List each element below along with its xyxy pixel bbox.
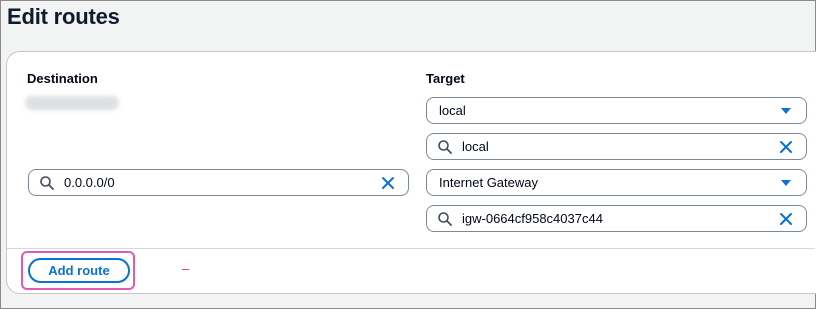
- route-1-target-id-field[interactable]: local: [426, 133, 807, 160]
- close-icon[interactable]: [380, 175, 396, 191]
- route-2-target-id-value: igw-0664cf958c4037c44: [462, 211, 603, 226]
- close-icon[interactable]: [778, 211, 794, 227]
- route-1-destination-redacted: [25, 96, 119, 110]
- route-1-target-type-value: local: [439, 103, 466, 118]
- caret-down-icon: [781, 108, 791, 114]
- search-icon: [438, 139, 452, 154]
- route-2-destination-value: 0.0.0.0/0: [64, 175, 115, 190]
- close-icon[interactable]: [778, 139, 794, 155]
- route-2-destination-field[interactable]: 0.0.0.0/0: [28, 169, 409, 196]
- route-1-target-id-value: local: [462, 139, 489, 154]
- search-icon: [40, 175, 54, 190]
- route-1-target-type-select[interactable]: local: [426, 97, 807, 124]
- route-2-target-id-field[interactable]: igw-0664cf958c4037c44: [426, 205, 807, 232]
- search-icon: [438, 211, 452, 226]
- target-column-label: Target: [426, 71, 465, 86]
- route-2-target-type-select[interactable]: Internet Gateway: [426, 169, 807, 196]
- route-2-target-type-value: Internet Gateway: [439, 175, 538, 190]
- panel-divider: [7, 248, 815, 249]
- page-title: Edit routes: [7, 4, 120, 29]
- annotation-mark: [182, 269, 189, 270]
- add-route-button[interactable]: Add route: [28, 258, 130, 283]
- caret-down-icon: [781, 180, 791, 186]
- destination-column-label: Destination: [27, 71, 98, 86]
